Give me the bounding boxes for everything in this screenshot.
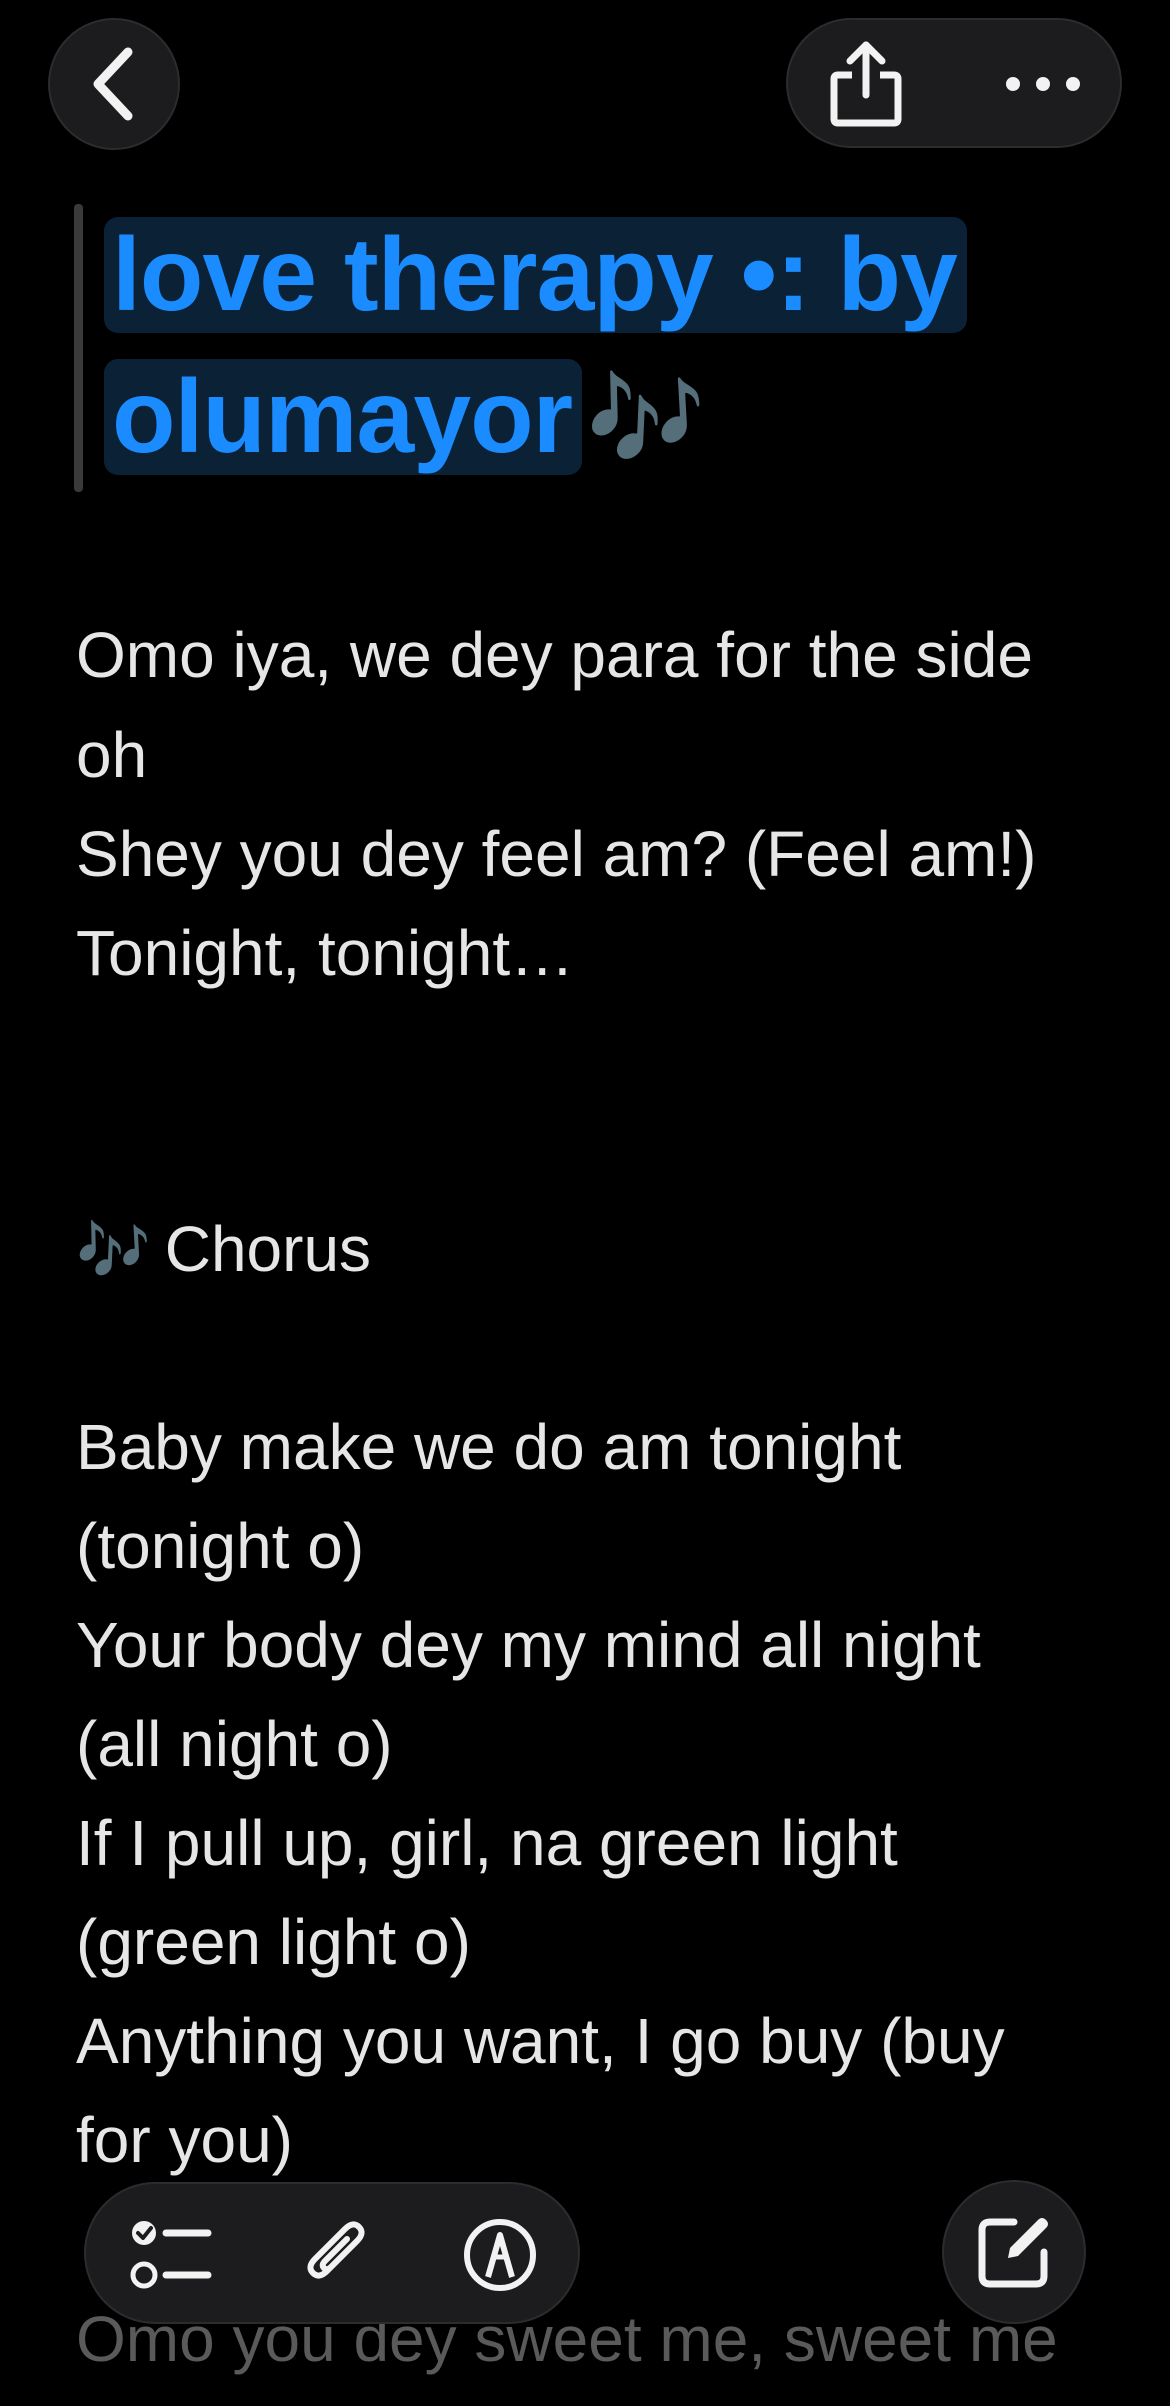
attach-button[interactable]: [286, 2205, 386, 2305]
musical-notes-icon: 🎶: [76, 1217, 151, 1284]
lyric-line: Tonight, tonight…: [76, 917, 575, 989]
lyric-line: oh: [76, 719, 148, 791]
note-screen: love therapy •: by olumayor 🎶 Omo iya, we…: [0, 0, 1170, 2406]
lyric-line: Shey you dey feel am? (Feel am!): [76, 818, 1037, 890]
title-part-2: olumayor: [104, 359, 583, 475]
selection-bar: [74, 204, 83, 492]
chevron-left-icon: [84, 44, 144, 124]
top-actions-pill: [786, 18, 1122, 148]
lyric-line: If I pull up, girl, na green light: [76, 1807, 898, 1879]
lyric-line: Baby make we do am tonight: [76, 1411, 902, 1483]
lyric-line: (green light o): [76, 1906, 471, 1978]
lyric-line: (tonight o): [76, 1510, 365, 1582]
lyric-line: for you): [76, 2104, 293, 2176]
paperclip-icon: [301, 2215, 371, 2295]
note-title[interactable]: love therapy •: by olumayor 🎶: [104, 204, 1064, 491]
title-part-1: love therapy •: by: [104, 217, 967, 333]
share-icon: [826, 39, 906, 129]
markup-pen-icon: [462, 2217, 538, 2293]
compose-button[interactable]: [942, 2180, 1086, 2324]
chorus-heading: 🎶 Chorus: [76, 1200, 371, 1300]
lyric-line: Your body dey my mind all night: [76, 1609, 981, 1681]
chorus-label: Chorus: [164, 1213, 372, 1285]
ellipsis-icon: [1003, 74, 1083, 94]
musical-notes-icon: 🎶: [586, 366, 706, 473]
lyric-line: Anything you want, I go buy (buy: [76, 2005, 1005, 2077]
more-button[interactable]: [988, 34, 1098, 134]
back-button[interactable]: [48, 18, 180, 150]
lyric-line: (all night o): [76, 1708, 393, 1780]
checklist-button[interactable]: [122, 2205, 222, 2305]
compose-icon: [974, 2212, 1054, 2292]
markup-button[interactable]: [450, 2205, 550, 2305]
checklist-icon: [130, 2215, 214, 2295]
lyric-line: Omo iya, we dey para for the side: [76, 619, 1033, 691]
share-button[interactable]: [816, 34, 916, 134]
bottom-toolbar: [84, 2182, 580, 2324]
